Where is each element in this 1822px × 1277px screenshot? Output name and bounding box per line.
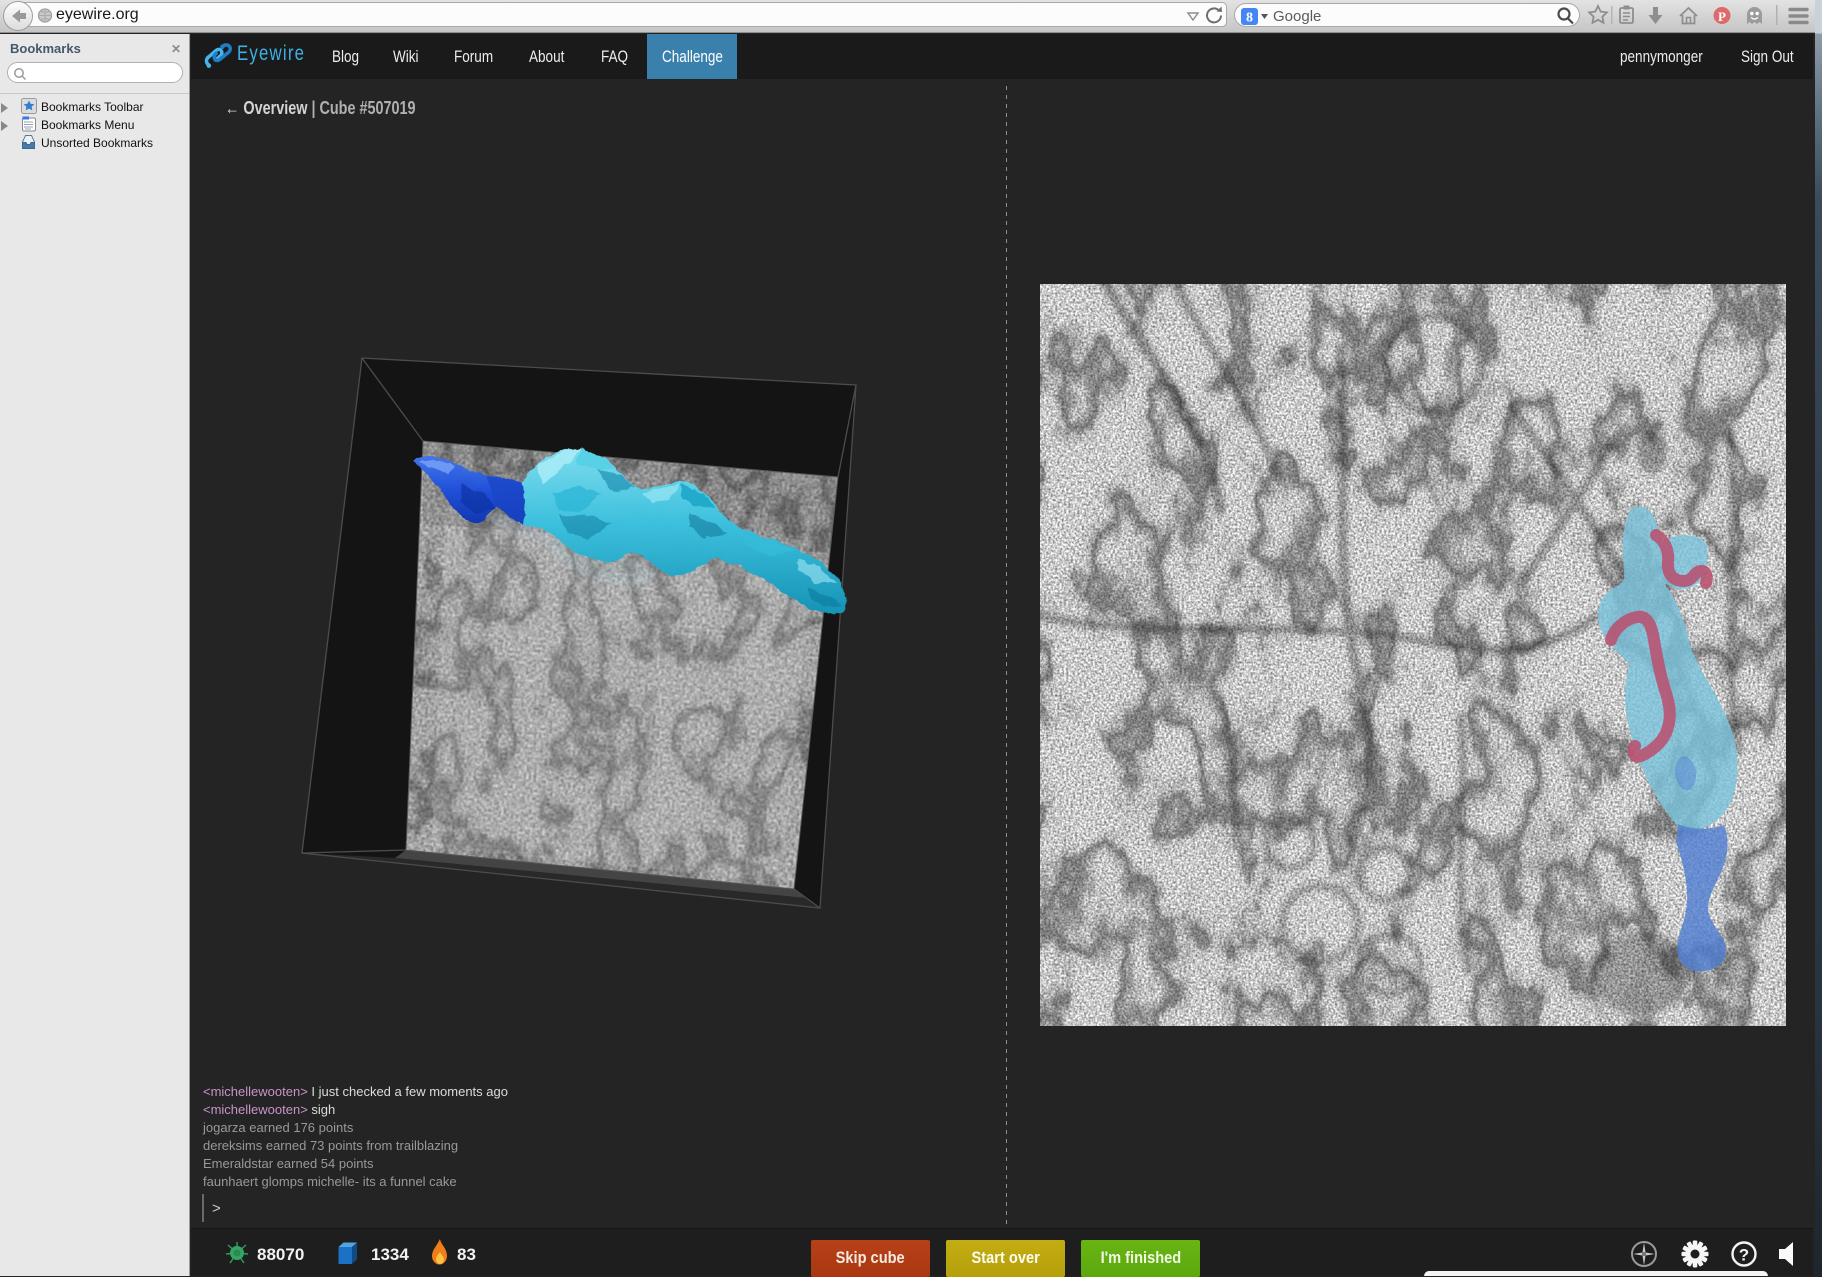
svg-text:?: ? — [1739, 1246, 1749, 1265]
svg-text:8: 8 — [1246, 11, 1253, 26]
svg-text:Google: Google — [1273, 8, 1321, 25]
svg-text:P: P — [1718, 9, 1726, 24]
